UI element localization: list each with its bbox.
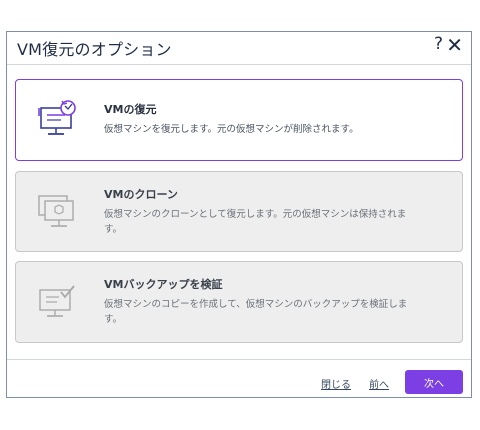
close-icon[interactable]: ✕ — [446, 32, 463, 58]
help-icon[interactable]: ? — [434, 34, 443, 54]
option-description: 仮想マシンのコピーを作成して、仮想マシンのバックアップを検証します。 — [104, 299, 408, 325]
close-link[interactable]: 閉じる — [321, 376, 351, 391]
vm-restore-icon — [38, 100, 76, 135]
option-title: VMの復元 — [104, 103, 157, 116]
vm-verify-icon — [39, 285, 75, 317]
option-vm-clone[interactable]: VMのクローン 仮想マシンのクローンとして復元します。元の仮想マシンは保持されま… — [15, 171, 463, 252]
option-vm-restore[interactable]: VMの復元 仮想マシンを復元します。元の仮想マシンが削除されます。 — [15, 79, 463, 161]
vm-clone-icon — [38, 195, 74, 227]
vm-restore-options-dialog: VM復元のオプション ? ✕ VMの復元 仮想マシンを復元します。元の仮想マシン… — [6, 31, 472, 398]
option-title: VMバックアップを検証 — [104, 278, 223, 291]
header-divider — [7, 64, 471, 65]
option-title: VMのクローン — [104, 188, 178, 201]
footer-divider — [7, 359, 471, 360]
back-link[interactable]: 前へ — [369, 376, 389, 391]
option-description: 仮想マシンを復元します。元の仮想マシンが削除されます。 — [104, 124, 359, 135]
option-description: 仮想マシンのクローンとして復元します。元の仮想マシンは保持されます。 — [104, 209, 407, 235]
next-button[interactable]: 次へ — [405, 370, 463, 394]
dialog-title: VM復元のオプション — [17, 40, 172, 59]
option-vm-verify[interactable]: VMバックアップを検証 仮想マシンのコピーを作成して、仮想マシンのバックアップを… — [15, 261, 463, 343]
